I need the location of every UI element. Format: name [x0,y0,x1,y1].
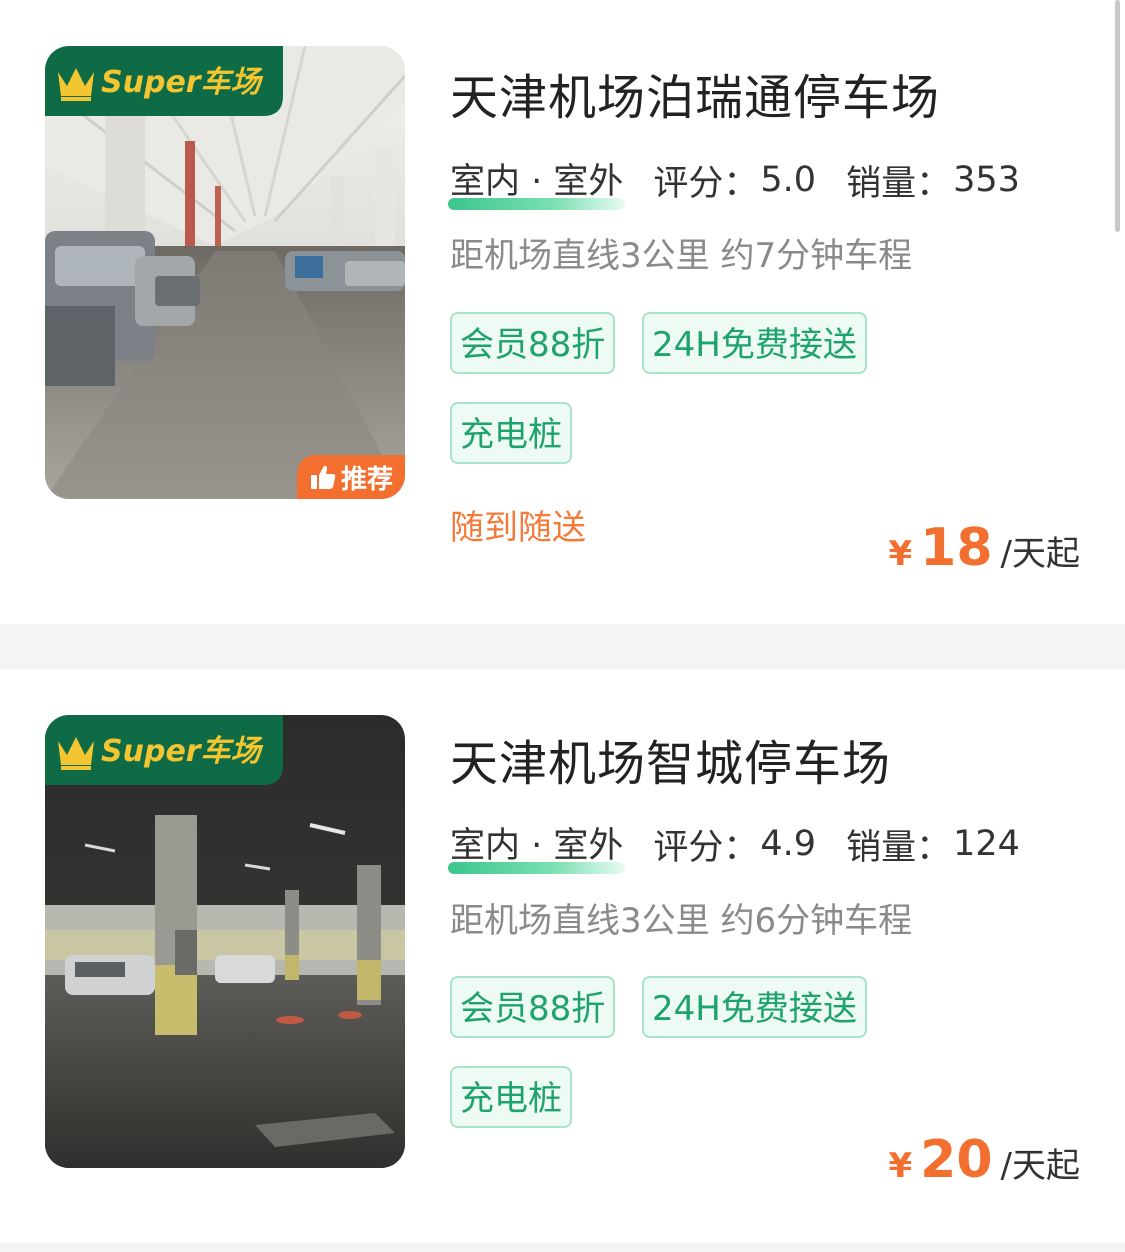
service-note: 随到随送 [450,508,586,548]
price-amount: 18 [920,518,993,578]
rating-label: 评分： [653,827,759,868]
super-lot-badge: Super车场 [45,715,283,785]
thumb-up-icon [310,465,336,489]
distance-text: 距机场直线3公里 约7分钟车程 [450,236,913,276]
tag-free-shuttle: 24H免费接送 [642,312,867,374]
parking-lot-list: Super车场 推荐 天津机场泊瑞通停车场 室内 · 室外 评分： 5.0 销量… [0,0,1125,1252]
price-currency: ¥ [888,1146,913,1186]
parking-lot-meta: 室内 · 室外 评分： 4.9 销量： 124 [447,822,1020,874]
recommend-label: 推荐 [340,464,393,495]
price-block: ¥ 20 /天起 [888,1130,1080,1190]
parking-lot-title[interactable]: 天津机场泊瑞通停车场 [450,58,940,128]
tag-member-discount: 会员88折 [450,976,616,1038]
sales-label: 销量： [846,827,952,868]
parking-lot-meta: 室内 · 室外 评分： 5.0 销量： 353 [447,158,1020,210]
tag-charging-pile: 充电桩 [450,1066,572,1128]
parking-lot-title[interactable]: 天津机场智城停车场 [450,724,891,794]
svg-text:Super车场: Super车场 [101,734,264,769]
price-block: ¥ 18 /天起 [888,518,1080,578]
sales-label: 销量： [846,163,952,204]
card-divider [0,624,1125,669]
sales-value: 124 [953,824,1020,864]
price-unit: /天起 [1000,1146,1080,1186]
tag-free-shuttle: 24H免费接送 [642,976,867,1038]
sales-value: 353 [953,160,1020,200]
parking-lot-photo[interactable]: Super车场 推荐 [45,46,405,499]
rating-label: 评分： [653,163,759,204]
parking-lot-photo[interactable]: Super车场 [45,715,405,1168]
parking-lot-card[interactable]: Super车场 推荐 天津机场泊瑞通停车场 室内 · 室外 评分： 5.0 销量… [0,0,1125,624]
price-unit: /天起 [1000,534,1080,574]
price-currency: ¥ [888,534,913,574]
lot-type-label: 室内 · 室外 [447,817,626,874]
svg-text:Super车场: Super车场 [101,65,264,100]
tag-member-discount: 会员88折 [450,312,616,374]
distance-text: 距机场直线3公里 约6分钟车程 [450,901,913,941]
lot-type-label: 室内 · 室外 [447,153,626,210]
super-lot-badge: Super车场 [45,46,283,116]
tag-charging-pile: 充电桩 [450,402,572,464]
price-amount: 20 [920,1130,993,1190]
rating-value: 5.0 [760,160,817,200]
scrollbar[interactable] [1115,0,1120,232]
recommend-badge: 推荐 [297,455,405,499]
rating-value: 4.9 [760,824,817,864]
card-divider [0,1243,1125,1252]
